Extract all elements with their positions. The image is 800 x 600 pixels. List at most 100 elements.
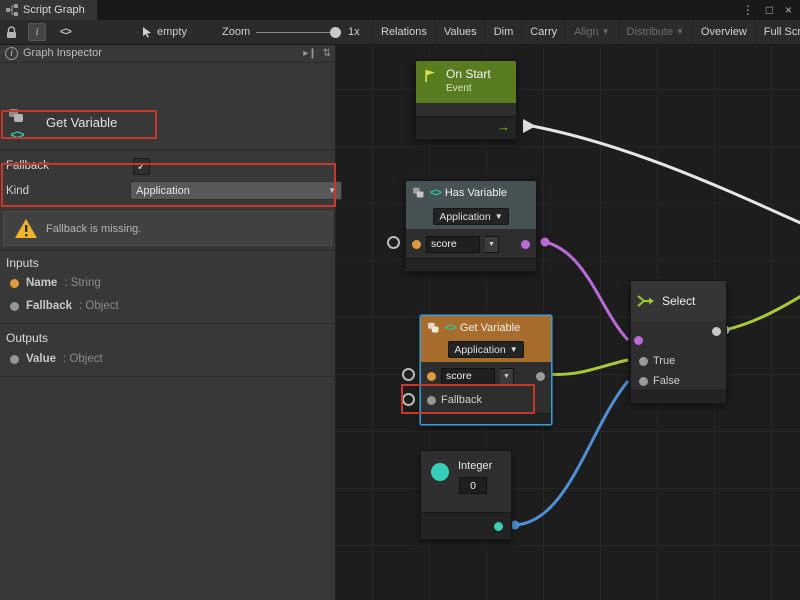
bool-output-port[interactable]	[521, 240, 530, 249]
node-has-variable[interactable]: <> Has Variable Application▼ score ▼	[405, 180, 537, 272]
outputs-header: Outputs	[6, 331, 48, 345]
scroll-arrows-icon[interactable]: ⇅	[323, 48, 331, 59]
window-menu-icon[interactable]: ⋮	[742, 0, 754, 20]
info-icon: i	[28, 23, 46, 41]
integer-icon	[431, 463, 449, 481]
kind-dropdown[interactable]: Application ▼	[130, 181, 342, 200]
code-icon: <>	[430, 187, 441, 199]
warning-icon	[14, 218, 38, 239]
title-bar: Script Graph ⋮ □ ×	[0, 0, 800, 20]
unconnected-port-ring[interactable]	[402, 393, 415, 406]
inspector-toggle-button[interactable]: i	[28, 20, 46, 44]
value-output-port[interactable]	[536, 372, 545, 381]
chevron-down-icon: ▼	[676, 28, 684, 36]
overview-button[interactable]: Overview	[692, 20, 755, 44]
integer-value-field[interactable]: 0	[459, 477, 487, 494]
code-icon: <>	[10, 127, 23, 142]
graph-inspector-panel: i Graph Inspector ▸❙ ⇅ <> Get Variable F…	[0, 44, 336, 600]
flag-icon	[424, 69, 437, 83]
warning-text: Fallback is missing.	[46, 223, 141, 235]
select-icon	[637, 293, 655, 309]
output-row-value: Value : Object	[10, 353, 103, 365]
graph-canvas[interactable]: On Start Event → <> Has Variable Applica…	[335, 44, 800, 600]
integer-output-port[interactable]	[494, 522, 503, 531]
name-input-port[interactable]	[412, 240, 421, 249]
node-title: Integer	[458, 460, 492, 472]
variable-picker-caret[interactable]: ▼	[500, 368, 514, 385]
input-row-name: Name : String	[10, 277, 101, 289]
port-dot-gray	[10, 355, 19, 364]
port-dot-gray	[10, 302, 19, 311]
fullscreen-button[interactable]: Full Screen	[755, 20, 800, 44]
tab-script-graph[interactable]: Script Graph	[0, 0, 97, 20]
variable-name-field[interactable]: score	[426, 236, 480, 253]
unconnected-port-ring[interactable]	[402, 368, 415, 381]
false-input-port[interactable]	[639, 377, 648, 386]
port-dot-orange	[10, 279, 19, 288]
node-select[interactable]: Select True False	[630, 280, 727, 404]
dim-button[interactable]: Dim	[485, 20, 522, 44]
zoom-slider-track[interactable]	[256, 32, 336, 33]
chevron-down-icon: ▼	[602, 28, 610, 36]
variable-picker-caret[interactable]: ▼	[485, 236, 499, 253]
distribute-button[interactable]: Distribute▼	[618, 20, 692, 44]
code-icon: <>	[445, 322, 456, 334]
fallback-option-label: Fallback	[6, 160, 49, 172]
variables-icon	[427, 322, 441, 334]
carry-button[interactable]: Carry	[521, 20, 565, 44]
input-row-fallback: Fallback : Object	[10, 300, 119, 312]
connection-wires	[335, 44, 800, 600]
node-integer[interactable]: Integer 0	[420, 450, 512, 540]
info-icon: i	[5, 47, 18, 60]
maximize-icon[interactable]: □	[766, 0, 773, 20]
chevron-down-icon: ▼	[495, 213, 503, 221]
false-port-label: False	[653, 375, 680, 387]
zoom-value: 1x	[348, 20, 360, 44]
dock-icon[interactable]: ▸❙	[303, 48, 316, 59]
kind-label: Kind	[6, 185, 29, 197]
node-title: Has Variable	[445, 187, 507, 199]
fallback-input-port[interactable]	[427, 396, 436, 405]
kind-dropdown[interactable]: Application▼	[433, 208, 508, 225]
selection-output-port[interactable]	[712, 327, 721, 336]
flow-output-arrow-icon[interactable]: →	[497, 119, 510, 134]
flow-arrow-white	[523, 119, 536, 133]
name-input-port[interactable]	[427, 372, 436, 381]
warning-box: Fallback is missing.	[3, 211, 332, 246]
node-title: On Start	[446, 67, 491, 81]
relations-button[interactable]: Relations	[372, 20, 435, 44]
fallback-port-label: Fallback	[441, 394, 482, 406]
variables-icon	[8, 108, 26, 124]
node-subtitle: Event	[446, 83, 472, 94]
true-port-label: True	[653, 355, 675, 367]
window-title: Script Graph	[23, 4, 85, 16]
values-button[interactable]: Values	[435, 20, 485, 44]
node-title: Select	[662, 294, 695, 308]
code-view-icon[interactable]: <>	[60, 20, 71, 44]
kind-dropdown[interactable]: Application▼	[448, 341, 523, 358]
inspector-header: i Graph Inspector ▸❙ ⇅	[0, 44, 335, 63]
condition-input-port[interactable]	[634, 336, 643, 345]
graph-toolbar: i <> empty Zoom 1x Relations Values Dim …	[0, 20, 800, 45]
chevron-down-icon: ▼	[510, 346, 518, 354]
variables-icon	[412, 187, 426, 199]
script-graph-icon	[6, 4, 18, 16]
fallback-checkbox[interactable]: ✓	[133, 158, 150, 175]
script-graph-window: Script Graph ⋮ □ × i <> empty Zoom 1x Re…	[0, 0, 800, 600]
node-get-variable[interactable]: <> Get Variable Application▼ score ▼ Fal…	[420, 315, 552, 425]
node-title: Get Variable	[460, 322, 520, 334]
variable-name-field[interactable]: score	[441, 368, 495, 385]
true-input-port[interactable]	[639, 357, 648, 366]
lock-icon[interactable]	[6, 20, 17, 44]
cursor-icon	[142, 20, 152, 44]
unconnected-port-ring[interactable]	[387, 236, 400, 249]
align-button[interactable]: Align▼	[565, 20, 617, 44]
node-on-start[interactable]: On Start Event →	[415, 60, 517, 140]
selection-status: empty	[157, 20, 187, 44]
inputs-header: Inputs	[6, 256, 39, 270]
inspector-header-label: Graph Inspector	[23, 47, 102, 59]
zoom-slider-knob[interactable]	[330, 27, 341, 38]
close-icon[interactable]: ×	[785, 0, 792, 20]
chevron-down-icon: ▼	[328, 187, 336, 195]
zoom-label: Zoom	[222, 20, 250, 44]
